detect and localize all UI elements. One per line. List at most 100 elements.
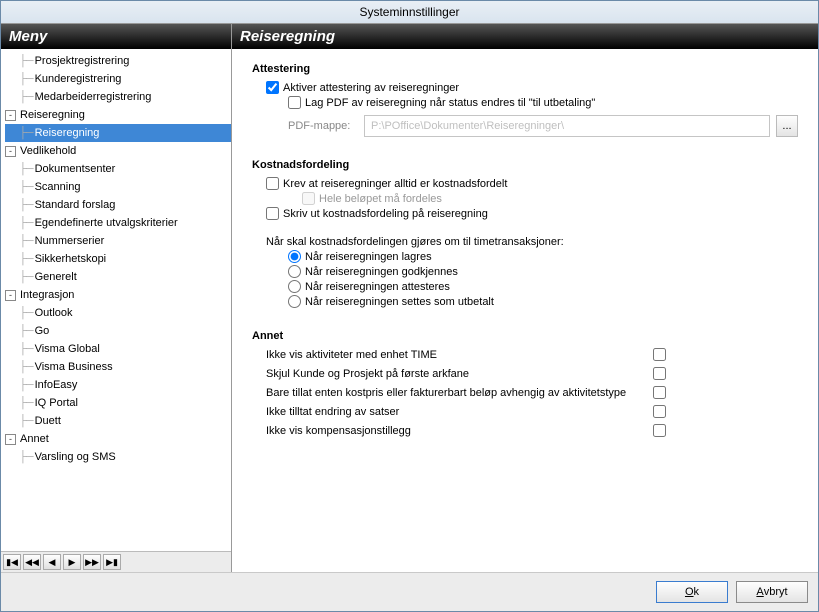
footer: Ok Avbryt bbox=[1, 572, 818, 611]
tree-item-label: Generelt bbox=[35, 271, 77, 283]
annet-label: Ikke vis aktiviteter med enhet TIME bbox=[266, 349, 653, 361]
tree-item[interactable]: ├─Generelt bbox=[5, 268, 231, 286]
tree-branch-icon: ├─ bbox=[19, 163, 33, 175]
tree-branch-icon: ├─ bbox=[19, 91, 33, 103]
label-lag-pdf: Lag PDF av reiseregning når status endre… bbox=[305, 97, 595, 109]
tree-item[interactable]: ├─Medarbeiderregistrering bbox=[5, 88, 231, 106]
checkbox-krev[interactable] bbox=[266, 177, 279, 190]
main-panel: Reiseregning Attestering Aktiver atteste… bbox=[232, 24, 818, 572]
checkbox-activate-attestering[interactable] bbox=[266, 81, 279, 94]
nav-next[interactable]: ▶ bbox=[63, 554, 81, 570]
menu-tree[interactable]: ├─Prosjektregistrering├─Kunderegistrerin… bbox=[1, 49, 231, 551]
tree-branch-icon: ├─ bbox=[19, 397, 33, 409]
label-radio-attesteres: Når reiseregningen attesteres bbox=[305, 281, 450, 293]
label-radio-godkjennes: Når reiseregningen godkjennes bbox=[305, 266, 458, 278]
tree-item-label: Dokumentsenter bbox=[35, 163, 116, 175]
checkbox-hele bbox=[302, 192, 315, 205]
radio-godkjennes[interactable] bbox=[288, 265, 301, 278]
ok-button[interactable]: Ok bbox=[656, 581, 728, 603]
tree-item[interactable]: ├─Kunderegistrering bbox=[5, 70, 231, 88]
tree-item-label: Go bbox=[35, 325, 50, 337]
radio-group-title: Når skal kostnadsfordelingen gjøres om t… bbox=[266, 236, 798, 248]
tree-item[interactable]: -Vedlikehold bbox=[5, 142, 231, 160]
nav-strip: ▮◀ ◀◀ ◀ ▶ ▶▶ ▶▮ bbox=[1, 551, 231, 572]
checkbox-lag-pdf[interactable] bbox=[288, 96, 301, 109]
pdf-folder-input[interactable] bbox=[364, 115, 770, 137]
tree-branch-icon: ├─ bbox=[19, 199, 33, 211]
tree-item-label: Annet bbox=[20, 433, 49, 445]
radio-utbetalt[interactable] bbox=[288, 295, 301, 308]
tree-toggle-icon[interactable]: - bbox=[5, 290, 16, 301]
nav-last[interactable]: ▶▮ bbox=[103, 554, 121, 570]
radio-lagres[interactable] bbox=[288, 250, 301, 263]
tree-item[interactable]: ├─Egendefinerte utvalgskriterier bbox=[5, 214, 231, 232]
annet-checkbox[interactable] bbox=[653, 348, 666, 361]
nav-prev[interactable]: ◀ bbox=[43, 554, 61, 570]
tree-item-label: Prosjektregistrering bbox=[35, 55, 130, 67]
annet-checkbox[interactable] bbox=[653, 386, 666, 399]
tree-item-label: Kunderegistrering bbox=[35, 73, 122, 85]
tree-toggle-icon[interactable]: - bbox=[5, 110, 16, 121]
checkbox-skriv[interactable] bbox=[266, 207, 279, 220]
tree-item[interactable]: ├─Dokumentsenter bbox=[5, 160, 231, 178]
section-annet: Annet Ikke vis aktiviteter med enhet TIM… bbox=[252, 330, 798, 437]
tree-branch-icon: ├─ bbox=[19, 127, 33, 139]
annet-title: Annet bbox=[252, 330, 798, 342]
tree-item[interactable]: ├─InfoEasy bbox=[5, 376, 231, 394]
cancel-button[interactable]: Avbryt bbox=[736, 581, 808, 603]
annet-checkbox[interactable] bbox=[653, 405, 666, 418]
tree-item[interactable]: ├─Standard forslag bbox=[5, 196, 231, 214]
label-radio-utbetalt: Når reiseregningen settes som utbetalt bbox=[305, 296, 494, 308]
pdf-browse-button[interactable]: ... bbox=[776, 115, 798, 137]
tree-item-label: Medarbeiderregistrering bbox=[35, 91, 152, 103]
tree-item[interactable]: ├─Varsling og SMS bbox=[5, 448, 231, 466]
panel-header: Reiseregning bbox=[232, 24, 818, 49]
annet-checkbox[interactable] bbox=[653, 424, 666, 437]
tree-toggle-icon[interactable]: - bbox=[5, 434, 16, 445]
tree-item-label: Reiseregning bbox=[20, 109, 85, 121]
tree-item[interactable]: ├─Visma Global bbox=[5, 340, 231, 358]
tree-item[interactable]: -Annet bbox=[5, 430, 231, 448]
nav-rewind[interactable]: ◀◀ bbox=[23, 554, 41, 570]
attestering-title: Attestering bbox=[252, 63, 798, 75]
tree-item[interactable]: ├─Prosjektregistrering bbox=[5, 52, 231, 70]
tree-item-label: Vedlikehold bbox=[20, 145, 76, 157]
radio-attesteres[interactable] bbox=[288, 280, 301, 293]
tree-item[interactable]: ├─Sikkerhetskopi bbox=[5, 250, 231, 268]
pdf-folder-label: PDF-mappe: bbox=[288, 120, 358, 132]
tree-item[interactable]: ├─Go bbox=[5, 322, 231, 340]
annet-row: Ikke vis kompensasjonstillegg bbox=[266, 424, 666, 437]
tree-branch-icon: ├─ bbox=[19, 253, 33, 265]
tree-item[interactable]: ├─Nummerserier bbox=[5, 232, 231, 250]
window-title: Systeminnstillinger bbox=[1, 1, 818, 23]
tree-branch-icon: ├─ bbox=[19, 181, 33, 193]
tree-item[interactable]: -Reiseregning bbox=[5, 106, 231, 124]
annet-label: Ikke vis kompensasjonstillegg bbox=[266, 425, 653, 437]
panel-body: Attestering Aktiver attestering av reise… bbox=[232, 49, 818, 572]
content-area: Meny ├─Prosjektregistrering├─Kunderegist… bbox=[1, 23, 818, 572]
annet-checkbox[interactable] bbox=[653, 367, 666, 380]
tree-toggle-icon[interactable]: - bbox=[5, 146, 16, 157]
tree-item-label: Scanning bbox=[35, 181, 81, 193]
tree-branch-icon: ├─ bbox=[19, 361, 33, 373]
tree-item[interactable]: ├─Outlook bbox=[5, 304, 231, 322]
tree-branch-icon: ├─ bbox=[19, 73, 33, 85]
nav-forward[interactable]: ▶▶ bbox=[83, 554, 101, 570]
tree-item[interactable]: ├─Scanning bbox=[5, 178, 231, 196]
tree-item-label: Nummerserier bbox=[35, 235, 105, 247]
tree-item-label: Visma Business bbox=[35, 361, 113, 373]
tree-item[interactable]: ├─Reiseregning bbox=[5, 124, 231, 142]
kostnads-title: Kostnadsfordeling bbox=[252, 159, 798, 171]
label-krev: Krev at reiseregninger alltid er kostnad… bbox=[283, 178, 507, 190]
label-radio-lagres: Når reiseregningen lagres bbox=[305, 251, 432, 263]
tree-item[interactable]: -Integrasjon bbox=[5, 286, 231, 304]
annet-label: Ikke tilltat endring av satser bbox=[266, 406, 653, 418]
label-hele: Hele beløpet må fordeles bbox=[319, 193, 442, 205]
tree-item[interactable]: ├─Duett bbox=[5, 412, 231, 430]
tree-branch-icon: ├─ bbox=[19, 307, 33, 319]
nav-first[interactable]: ▮◀ bbox=[3, 554, 21, 570]
tree-item[interactable]: ├─IQ Portal bbox=[5, 394, 231, 412]
tree-branch-icon: ├─ bbox=[19, 415, 33, 427]
tree-item[interactable]: ├─Visma Business bbox=[5, 358, 231, 376]
tree-item-label: Integrasjon bbox=[20, 289, 74, 301]
